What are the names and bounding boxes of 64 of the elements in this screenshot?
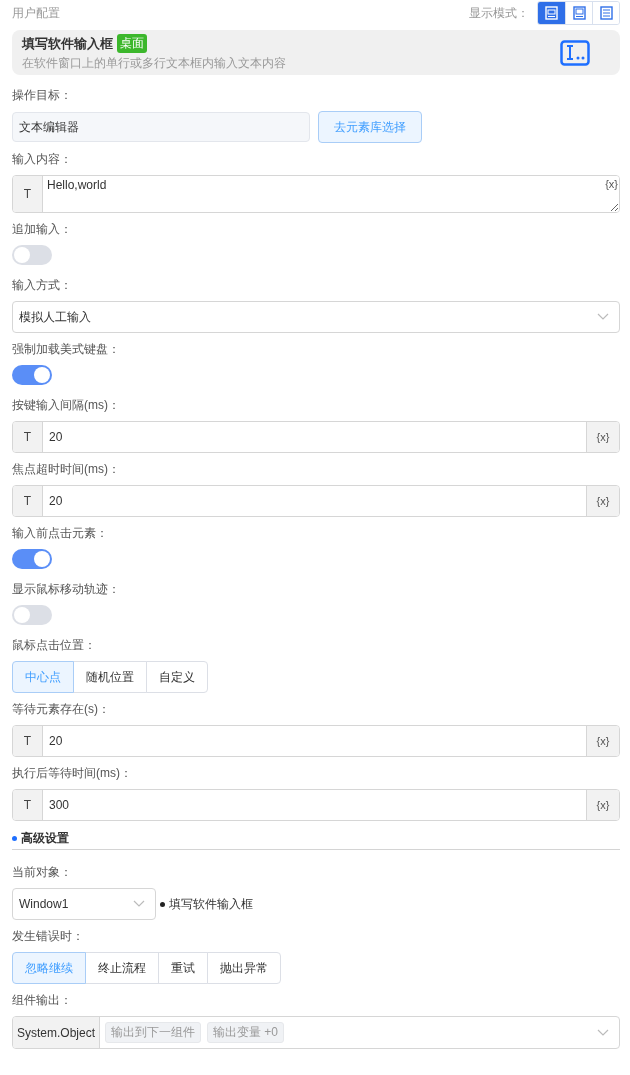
field-label: 等待元素存在(s)：: [12, 701, 111, 718]
toggle-switch[interactable]: [12, 605, 52, 625]
panel-title: 用户配置: [12, 4, 60, 22]
type-label: System.Object: [13, 1017, 101, 1048]
object-select[interactable]: Window1: [12, 888, 156, 920]
field-label: 操作目标：: [12, 87, 73, 104]
layout-icon: [545, 6, 558, 20]
target-field[interactable]: 文本编辑器: [12, 112, 310, 142]
field-label: 输入前点击元素：: [12, 525, 109, 542]
segment-option[interactable]: 重试: [158, 952, 208, 984]
type-prefix: T: [13, 790, 43, 820]
component-description: 在软件窗口上的单行或多行文本框内输入文本内容: [22, 55, 286, 72]
display-mode-switch[interactable]: [537, 1, 620, 25]
layout-icon: [572, 6, 586, 20]
layout-icon: [599, 6, 613, 20]
number-input-group[interactable]: T 20 {x}: [12, 485, 620, 517]
type-prefix: T: [13, 422, 43, 452]
segment-option[interactable]: 随机位置: [73, 661, 147, 693]
toggle-switch[interactable]: [12, 549, 52, 569]
variable-button[interactable]: {x}: [586, 790, 619, 820]
text-cursor-icon: [560, 40, 590, 66]
section-dot: [12, 835, 17, 841]
number-input-group[interactable]: T 300 {x}: [12, 789, 620, 821]
field-label: 输入方式：: [12, 277, 73, 294]
number-input-group[interactable]: T 20 {x}: [12, 421, 620, 453]
field-label: 发生错误时：: [12, 928, 85, 945]
output-tag: 输出到下一组件: [105, 1022, 202, 1043]
field-label: 追加输入：: [12, 221, 73, 238]
field-label: 强制加载美式键盘：: [12, 341, 121, 358]
number-input-group[interactable]: T 20 {x}: [12, 725, 620, 757]
component-title: 填写软件输入框: [22, 34, 113, 53]
display-mode-button[interactable]: [592, 2, 619, 24]
field-label: 组件输出：: [12, 992, 73, 1009]
field-label: 输入内容：: [12, 151, 73, 168]
type-prefix: T: [13, 176, 43, 212]
section-title: 高级设置: [21, 829, 69, 847]
toggle-switch[interactable]: [12, 365, 52, 385]
field-label: 显示鼠标移动轨迹：: [12, 581, 121, 598]
variable-button[interactable]: {x}: [586, 486, 619, 516]
field-label: 执行后等待时间(ms)：: [12, 765, 133, 782]
type-prefix: T: [13, 486, 43, 516]
chevron-down-icon: [597, 1028, 609, 1037]
toggle-switch[interactable]: [12, 245, 52, 265]
chevron-down-icon: [597, 313, 609, 321]
field-label: 焦点超时时间(ms)：: [12, 461, 121, 478]
field-label: 鼠标点击位置：: [12, 637, 97, 654]
display-mode-button[interactable]: [538, 2, 565, 24]
text-input-group[interactable]: T Hello,world {x}: [12, 175, 620, 213]
segment-option[interactable]: 终止流程: [85, 952, 159, 984]
bullet-dot: [160, 901, 165, 907]
platform-badge: 桌面: [117, 34, 147, 53]
object-note: 填写软件输入框: [169, 895, 253, 913]
select-field[interactable]: 模拟人工输入: [12, 301, 620, 333]
output-tag: 输出变量 +0: [207, 1022, 285, 1043]
segment-option[interactable]: 抛出异常: [207, 952, 281, 984]
type-prefix: T: [13, 726, 43, 756]
field-label: 当前对象：: [12, 864, 73, 881]
variable-button[interactable]: {x}: [586, 726, 619, 756]
variable-button[interactable]: {x}: [605, 178, 618, 190]
field-label: 按键输入间隔(ms)：: [12, 397, 121, 414]
variable-button[interactable]: {x}: [586, 422, 619, 452]
chevron-down-icon: [133, 900, 145, 908]
display-mode-label: 显示模式：: [469, 4, 529, 22]
segment-option[interactable]: 自定义: [146, 661, 208, 693]
